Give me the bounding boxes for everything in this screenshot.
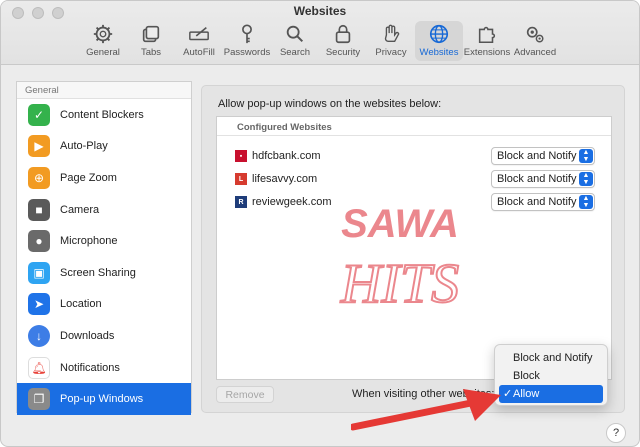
site-name: reviewgeek.com xyxy=(252,196,332,208)
table-row[interactable]: R reviewgeek.com Block and Notify ▲ ▼ xyxy=(235,192,595,212)
sidebar-item-label: Screen Sharing xyxy=(60,266,136,279)
sidebar-item-label: Microphone xyxy=(60,235,118,248)
sidebar-item-auto-play[interactable]: ▶ Auto-Play xyxy=(17,131,191,163)
preferences-window: Websites General Tabs AutoFill Passwords… xyxy=(0,0,640,447)
tab-advanced[interactable]: Advanced xyxy=(511,21,559,61)
menu-item-block-and-notify[interactable]: Block and Notify xyxy=(495,349,607,367)
autofill-icon xyxy=(189,26,209,41)
microphone-icon: ● xyxy=(28,230,50,253)
tab-search-label: Search xyxy=(279,47,311,58)
zoom-icon: ⊕ xyxy=(28,166,50,189)
site-setting-select[interactable]: Block and Notify ▲ ▼ xyxy=(491,170,595,188)
download-icon: ↓ xyxy=(28,324,50,347)
camera-icon: ■ xyxy=(28,198,50,221)
tab-websites[interactable]: Websites xyxy=(415,21,463,61)
tab-general[interactable]: General xyxy=(79,21,127,61)
sidebar-item-label: Content Blockers xyxy=(60,108,144,121)
configured-websites-table: Configured Websites ▪ hdfcbank.com Block… xyxy=(216,116,612,380)
tab-passwords[interactable]: Passwords xyxy=(223,21,271,61)
sidebar-item-camera[interactable]: ■ Camera xyxy=(17,194,191,226)
sidebar-item-label: Page Zoom xyxy=(60,171,117,184)
sidebar-item-label: Location xyxy=(60,298,102,311)
site-setting-value: Block and Notify xyxy=(497,196,577,208)
tabs-icon xyxy=(142,25,160,43)
sidebar-item-page-zoom[interactable]: ⊕ Page Zoom xyxy=(17,162,191,194)
shield-check-icon: ✓ xyxy=(28,103,50,126)
tab-general-label: General xyxy=(86,47,120,58)
menu-item-allow[interactable]: ✓ Allow xyxy=(499,385,603,403)
tab-passwords-label: Passwords xyxy=(223,47,271,58)
sidebar-item-label: Notifications xyxy=(60,361,120,374)
remove-button[interactable]: Remove xyxy=(216,386,274,403)
tab-search[interactable]: Search xyxy=(271,21,319,61)
checkmark-icon: ✓ xyxy=(503,388,513,400)
select-arrows-icon: ▲ ▼ xyxy=(579,195,593,209)
site-setting-value: Block and Notify xyxy=(497,150,577,162)
tab-security-label: Security xyxy=(325,47,361,58)
tab-extensions-label: Extensions xyxy=(463,47,511,58)
select-arrows-icon: ▲ ▼ xyxy=(579,149,593,163)
screen-sharing-icon: ▣ xyxy=(28,261,50,284)
sidebar-item-location[interactable]: ➤ Location xyxy=(17,289,191,321)
menu-item-block[interactable]: Block xyxy=(495,367,607,385)
advanced-gears-icon xyxy=(526,26,544,43)
tab-websites-label: Websites xyxy=(419,47,459,58)
popup-windows-icon: ❐ xyxy=(28,388,50,411)
table-header: Configured Websites xyxy=(217,117,611,136)
site-setting-select[interactable]: Block and Notify ▲ ▼ xyxy=(491,193,595,211)
sidebar-item-label: Camera xyxy=(60,203,100,216)
sidebar-item-label: Downloads xyxy=(60,329,115,342)
sidebar-item-screen-sharing[interactable]: ▣ Screen Sharing xyxy=(17,257,191,289)
tab-autofill[interactable]: AutoFill xyxy=(175,21,223,61)
search-icon xyxy=(286,25,304,43)
hdfc-favicon: ▪ xyxy=(235,150,247,162)
tab-privacy-label: Privacy xyxy=(375,47,407,58)
table-row[interactable]: L lifesavvy.com Block and Notify ▲ ▼ xyxy=(235,169,595,189)
tab-tabs[interactable]: Tabs xyxy=(127,21,175,61)
panel-caption: Allow pop-up windows on the websites bel… xyxy=(218,98,442,110)
bell-icon: 🔔︎ xyxy=(28,356,50,379)
select-arrows-icon: ▲ ▼ xyxy=(579,172,593,186)
sidebar-item-downloads[interactable]: ↓ Downloads xyxy=(17,320,191,352)
hand-icon xyxy=(384,24,400,43)
tab-extensions[interactable]: Extensions xyxy=(463,21,511,61)
preferences-toolbar: General Tabs AutoFill Passwords Search S… xyxy=(79,21,559,61)
tab-security[interactable]: Security xyxy=(319,21,367,61)
table-row[interactable]: ▪ hdfcbank.com Block and Notify ▲ ▼ xyxy=(235,146,595,166)
window-title: Websites xyxy=(293,4,347,18)
sidebar-item-content-blockers[interactable]: ✓ Content Blockers xyxy=(17,99,191,131)
sidebar-item-notifications[interactable]: 🔔︎ Notifications xyxy=(17,352,191,384)
menu-item-allow-label: Allow xyxy=(513,388,540,400)
lifesavvy-favicon: L xyxy=(235,173,247,185)
site-setting-value: Block and Notify xyxy=(497,173,577,185)
key-icon xyxy=(242,24,252,44)
tab-autofill-label: AutoFill xyxy=(183,47,215,58)
reviewgeek-favicon: R xyxy=(235,196,247,208)
sidebar-item-label: Pop-up Windows xyxy=(60,393,144,406)
help-button[interactable]: ? xyxy=(606,423,626,443)
sidebar-item-label: Auto-Play xyxy=(60,140,108,153)
gear-icon xyxy=(93,24,113,44)
tab-tabs-label: Tabs xyxy=(140,47,162,58)
tab-privacy[interactable]: Privacy xyxy=(367,21,415,61)
lock-icon xyxy=(335,24,351,44)
extensions-icon xyxy=(478,26,496,44)
sidebar-item-popup-windows[interactable]: ❐ Pop-up Windows xyxy=(17,383,191,415)
sidebar-item-microphone[interactable]: ● Microphone xyxy=(17,225,191,257)
location-arrow-icon: ➤ xyxy=(28,293,50,316)
title-bar: Websites General Tabs AutoFill Passwords… xyxy=(1,1,639,65)
play-icon: ▶ xyxy=(28,135,50,158)
other-websites-label: When visiting other websites: xyxy=(352,388,495,400)
sidebar-section-header: General xyxy=(17,82,191,99)
sidebar: General ✓ Content Blockers ▶ Auto-Play ⊕… xyxy=(16,81,192,415)
site-name: hdfcbank.com xyxy=(252,150,321,162)
site-name: lifesavvy.com xyxy=(252,173,318,185)
popup-policy-dropdown-menu: Block and Notify Block ✓ Allow xyxy=(494,344,608,406)
globe-icon xyxy=(429,24,449,44)
site-setting-select[interactable]: Block and Notify ▲ ▼ xyxy=(491,147,595,165)
tab-advanced-label: Advanced xyxy=(513,47,557,58)
